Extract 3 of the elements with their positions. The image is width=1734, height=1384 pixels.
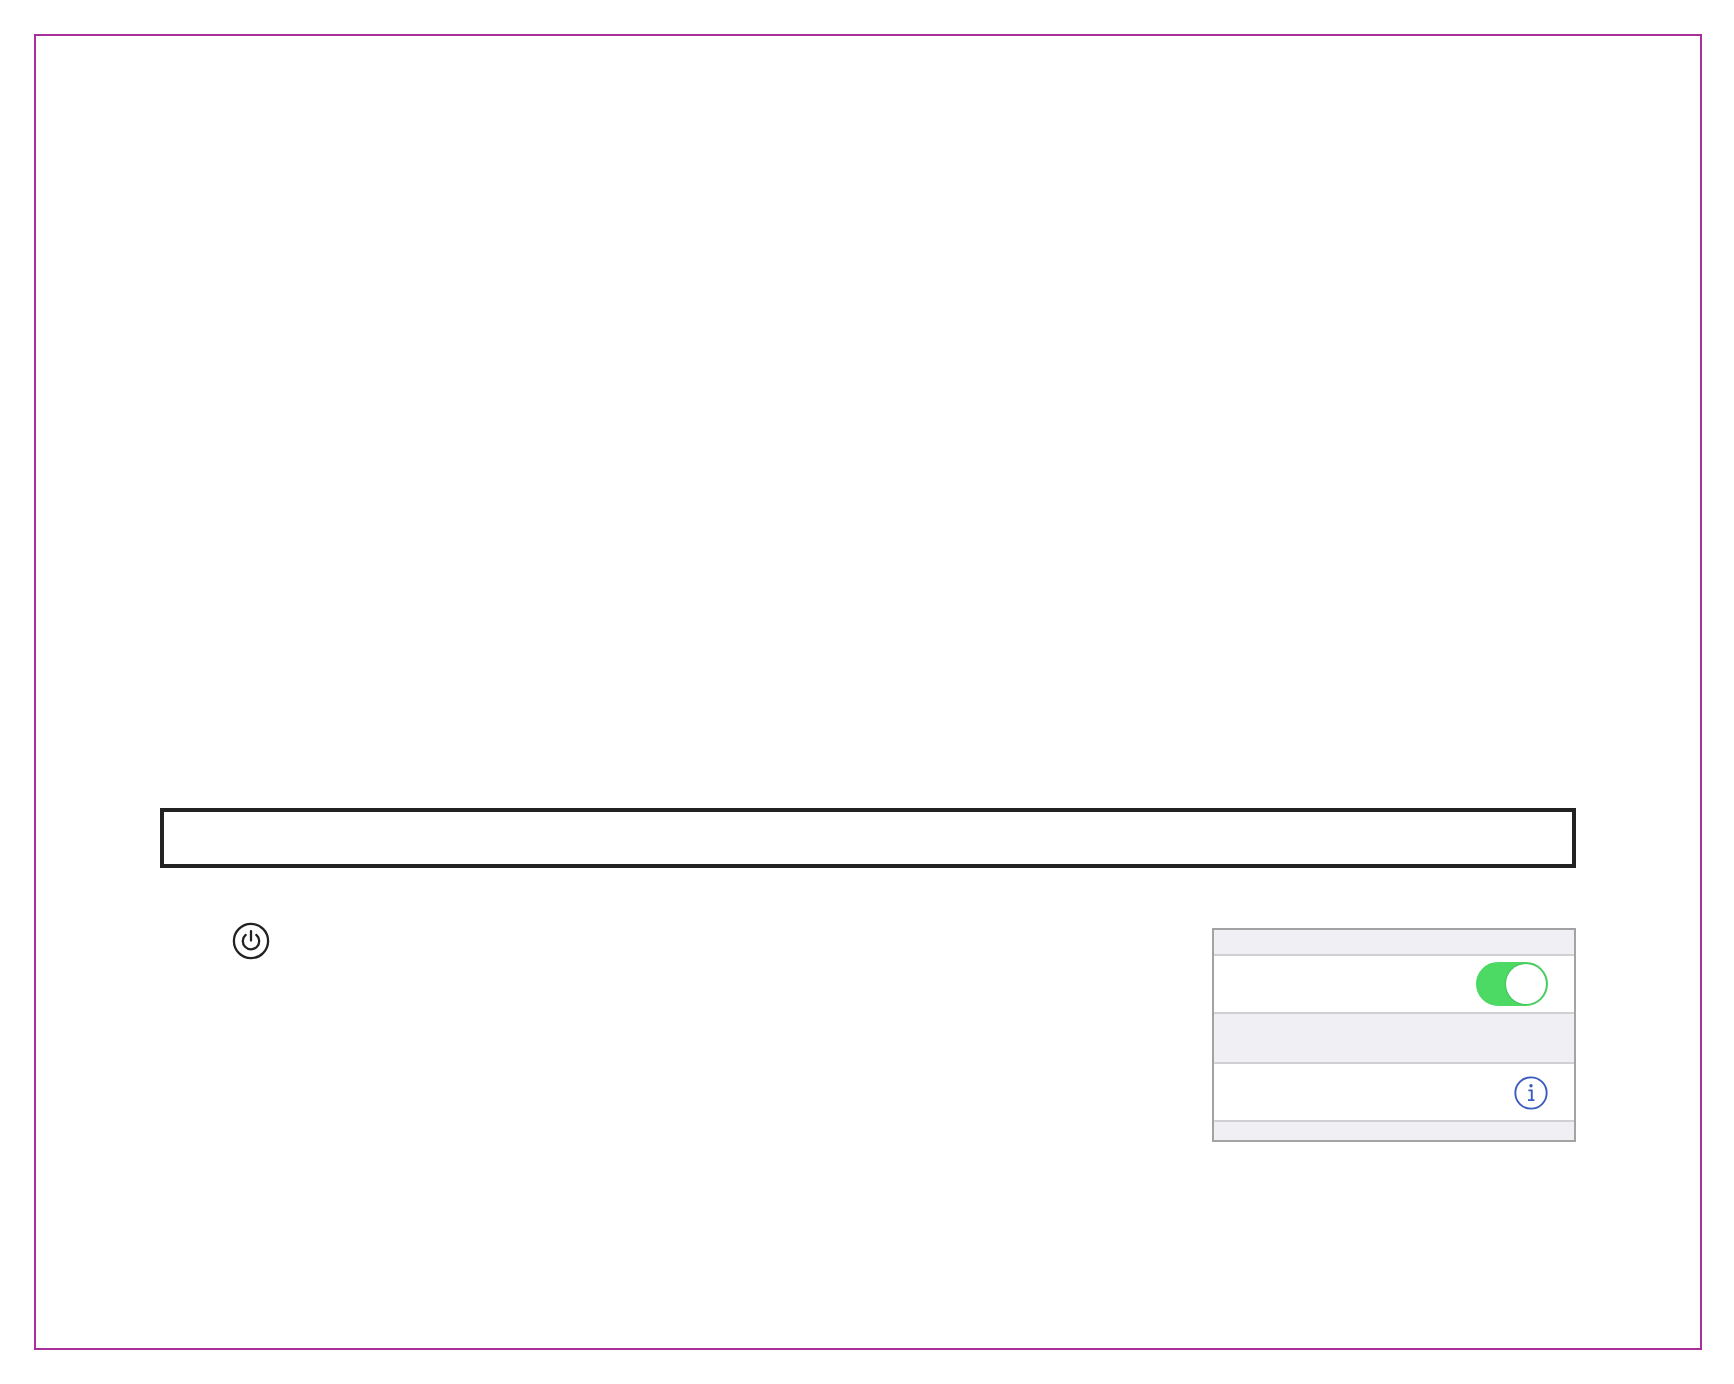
- toggle-switch[interactable]: [1476, 962, 1548, 1006]
- power-icon: [232, 922, 270, 960]
- info-icon[interactable]: [1514, 1075, 1548, 1109]
